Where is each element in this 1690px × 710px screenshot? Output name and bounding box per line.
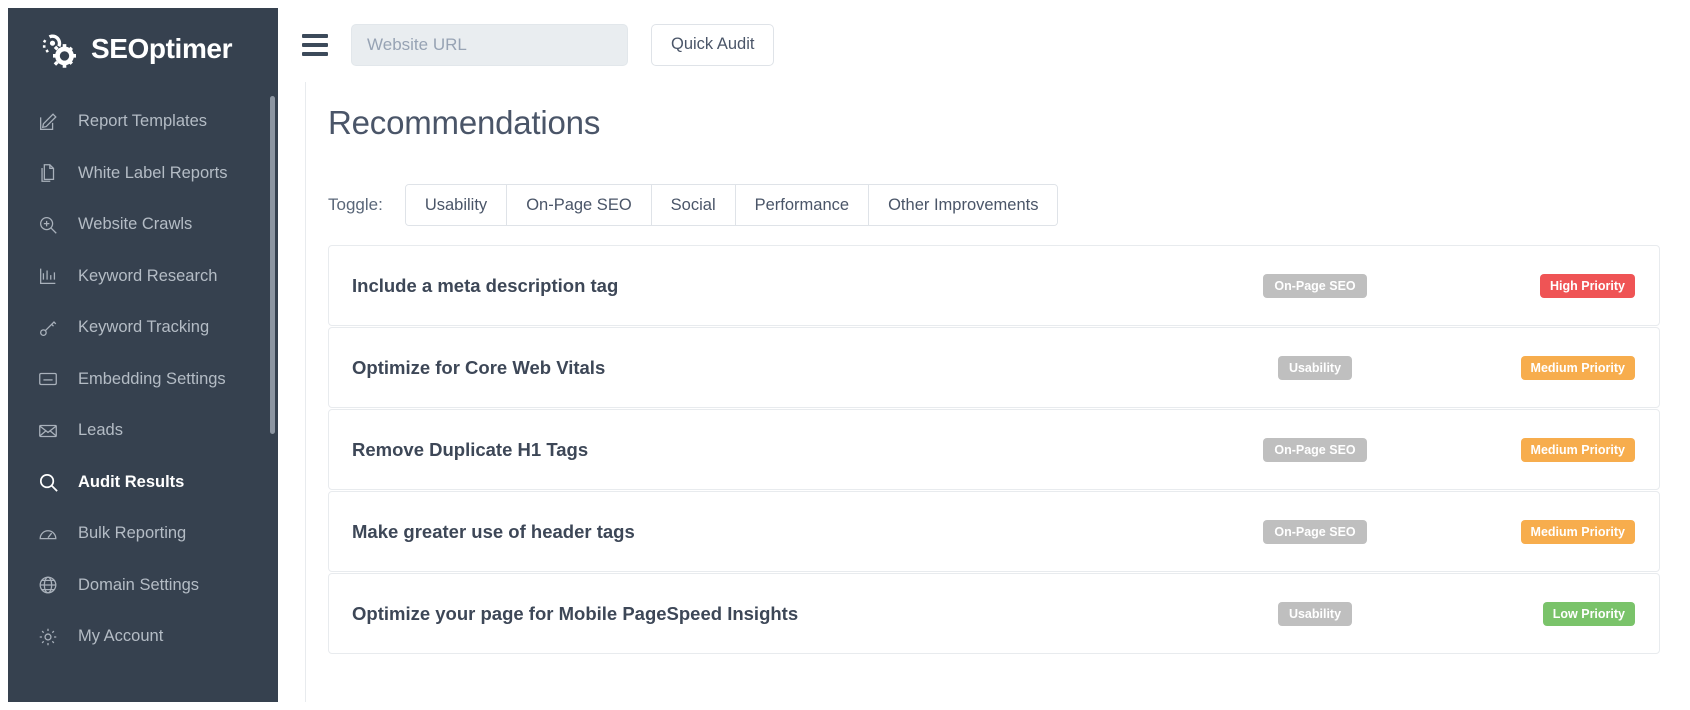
- main-area: Quick Audit Recommendations Toggle: Usab…: [278, 8, 1682, 702]
- quick-audit-button[interactable]: Quick Audit: [651, 24, 774, 66]
- category-badge: On-Page SEO: [1263, 274, 1366, 298]
- page-title: Recommendations: [328, 104, 1660, 142]
- priority-badge: Medium Priority: [1521, 356, 1635, 380]
- sidebar-item-label: Embedding Settings: [78, 370, 226, 389]
- category-badge: Usability: [1278, 602, 1352, 626]
- recommendations-list: Include a meta description tag On-Page S…: [328, 245, 1660, 654]
- recommendation-priority: Medium Priority: [1435, 356, 1635, 380]
- sidebar-item-domain-settings[interactable]: Domain Settings: [8, 560, 278, 612]
- recommendation-row[interactable]: Optimize your page for Mobile PageSpeed …: [328, 573, 1660, 654]
- recommendation-title: Optimize your page for Mobile PageSpeed …: [352, 603, 1195, 625]
- sidebar-item-label: Audit Results: [78, 473, 184, 492]
- sidebar-item-report-templates[interactable]: Report Templates: [8, 96, 278, 148]
- recommendation-category: Usability: [1195, 356, 1435, 380]
- sidebar-item-website-crawls[interactable]: Website Crawls: [8, 199, 278, 251]
- sidebar-item-label: White Label Reports: [78, 164, 228, 183]
- sidebar-item-keyword-research[interactable]: Keyword Research: [8, 251, 278, 303]
- sidebar-item-label: Leads: [78, 421, 123, 440]
- category-badge: Usability: [1278, 356, 1352, 380]
- gear-icon: [36, 625, 60, 649]
- sidebar-nav: Report Templates White Label Reports Web…: [8, 90, 278, 663]
- content-panel: Recommendations Toggle: Usability On-Pag…: [306, 82, 1682, 702]
- recommendation-category: Usability: [1195, 602, 1435, 626]
- sidebar-scrollbar[interactable]: [270, 96, 275, 434]
- toggle-usability[interactable]: Usability: [406, 185, 507, 225]
- recommendation-row[interactable]: Optimize for Core Web Vitals Usability M…: [328, 327, 1660, 408]
- copy-documents-icon: [36, 161, 60, 185]
- toggle-filter-row: Toggle: Usability On-Page SEO Social Per…: [328, 184, 1660, 226]
- recommendation-row[interactable]: Include a meta description tag On-Page S…: [328, 245, 1660, 326]
- category-badge: On-Page SEO: [1263, 520, 1366, 544]
- priority-badge: Low Priority: [1543, 602, 1635, 626]
- recommendation-priority: Low Priority: [1435, 602, 1635, 626]
- envelope-icon: [36, 419, 60, 443]
- recommendation-category: On-Page SEO: [1195, 438, 1435, 462]
- recommendation-priority: High Priority: [1435, 274, 1635, 298]
- toggle-performance[interactable]: Performance: [736, 185, 869, 225]
- topbar: Quick Audit: [278, 8, 1682, 82]
- sidebar-item-bulk-reporting[interactable]: Bulk Reporting: [8, 508, 278, 560]
- gears-logo-icon: [38, 28, 80, 70]
- magnifier-plus-icon: [36, 213, 60, 237]
- toggle-on-page-seo[interactable]: On-Page SEO: [507, 185, 651, 225]
- sidebar-item-label: Keyword Research: [78, 267, 217, 286]
- sidebar-item-label: My Account: [78, 627, 163, 646]
- embed-box-icon: [36, 367, 60, 391]
- sidebar-item-my-account[interactable]: My Account: [8, 611, 278, 663]
- sidebar: SEOptimer Report Templates White Label R…: [8, 8, 278, 702]
- sidebar-item-white-label-reports[interactable]: White Label Reports: [8, 148, 278, 200]
- priority-badge: Medium Priority: [1521, 438, 1635, 462]
- content-wrapper: Recommendations Toggle: Usability On-Pag…: [278, 82, 1682, 702]
- toggle-other-improvements[interactable]: Other Improvements: [869, 185, 1057, 225]
- sidebar-item-embedding-settings[interactable]: Embedding Settings: [8, 354, 278, 406]
- key-icon: [36, 316, 60, 340]
- recommendation-category: On-Page SEO: [1195, 520, 1435, 544]
- search-icon: [36, 470, 60, 494]
- brand-logo-area[interactable]: SEOptimer: [8, 8, 278, 90]
- recommendation-row[interactable]: Make greater use of header tags On-Page …: [328, 491, 1660, 572]
- app-window: SEOptimer Report Templates White Label R…: [0, 0, 1690, 710]
- priority-badge: Medium Priority: [1521, 520, 1635, 544]
- toggle-button-group: Usability On-Page SEO Social Performance…: [405, 184, 1059, 226]
- globe-icon: [36, 573, 60, 597]
- recommendation-title: Make greater use of header tags: [352, 521, 1195, 543]
- sidebar-item-label: Website Crawls: [78, 215, 192, 234]
- sidebar-item-keyword-tracking[interactable]: Keyword Tracking: [8, 302, 278, 354]
- sidebar-item-label: Bulk Reporting: [78, 524, 186, 543]
- recommendation-priority: Medium Priority: [1435, 520, 1635, 544]
- recommendation-row[interactable]: Remove Duplicate H1 Tags On-Page SEO Med…: [328, 409, 1660, 490]
- sidebar-item-leads[interactable]: Leads: [8, 405, 278, 457]
- category-badge: On-Page SEO: [1263, 438, 1366, 462]
- toggle-label: Toggle:: [328, 195, 383, 215]
- recommendation-category: On-Page SEO: [1195, 274, 1435, 298]
- brand-name: SEOptimer: [91, 33, 232, 65]
- pencil-square-icon: [36, 110, 60, 134]
- toggle-social[interactable]: Social: [652, 185, 736, 225]
- sidebar-item-label: Report Templates: [78, 112, 207, 131]
- sidebar-item-label: Keyword Tracking: [78, 318, 209, 337]
- recommendation-title: Remove Duplicate H1 Tags: [352, 439, 1195, 461]
- content-left-rail: [278, 82, 306, 702]
- sidebar-item-audit-results[interactable]: Audit Results: [8, 457, 278, 509]
- recommendation-priority: Medium Priority: [1435, 438, 1635, 462]
- recommendation-title: Include a meta description tag: [352, 275, 1195, 297]
- sidebar-item-label: Domain Settings: [78, 576, 199, 595]
- website-url-input[interactable]: [351, 24, 628, 66]
- hamburger-icon[interactable]: [302, 34, 328, 56]
- bar-chart-icon: [36, 264, 60, 288]
- recommendation-title: Optimize for Core Web Vitals: [352, 357, 1195, 379]
- gauge-icon: [36, 522, 60, 546]
- priority-badge: High Priority: [1540, 274, 1635, 298]
